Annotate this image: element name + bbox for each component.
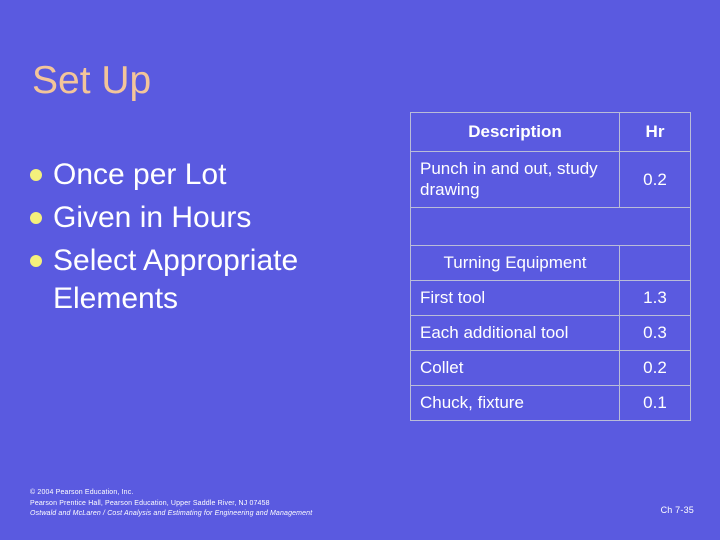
list-item-label: Given in Hours [53,201,252,234]
cell-description: Each additional tool [410,315,620,351]
bullet-dot-icon [30,169,42,181]
column-header-description: Description [410,112,620,152]
cell-hr: 1.3 [619,280,691,316]
page-number: Ch 7-35 [660,505,694,515]
book-title-line: Ostwald and McLaren / Cost Analysis and … [30,510,313,517]
setup-hours-table: Description Hr Punch in and out, study d… [410,112,691,421]
cell-description: Collet [410,350,620,386]
bullet-dot-icon [30,212,42,224]
bullet-list: Once per Lot Given in Hours Select Appro… [30,156,400,323]
cell-hr: 0.2 [619,151,691,208]
slide-canvas: Set Up Once per Lot Given in Hours Selec… [0,0,720,540]
copyright-line: © 2004 Pearson Education, Inc. [30,489,134,496]
cell-hr: 0.2 [619,350,691,386]
footer-credits: © 2004 Pearson Education, Inc. Pearson P… [30,488,312,520]
publisher-line: Pearson Prentice Hall, Pearson Education… [30,499,270,507]
table-section-row: Turning Equipment [410,245,691,281]
table-row: Collet 0.2 [410,350,691,386]
list-item: Once per Lot [30,156,400,194]
table-row: Chuck, fixture 0.1 [410,385,691,421]
list-item: Select Appropriate Elements [30,242,400,318]
bullet-dot-icon [30,255,42,267]
table-row: Punch in and out, study drawing 0.2 [410,151,691,208]
cell-hr: 0.3 [619,315,691,351]
table-header-row: Description Hr [410,112,691,152]
cell-section-heading: Turning Equipment [410,245,620,281]
table-row: Each additional tool 0.3 [410,315,691,351]
list-item-label: Once per Lot [53,158,227,191]
column-header-hr: Hr [619,112,691,152]
list-item-label: Select Appropriate Elements [53,244,299,315]
table-spacer-row [410,207,691,246]
page-title: Set Up [32,59,152,102]
table-row: First tool 1.3 [410,280,691,316]
cell-description: First tool [410,280,620,316]
list-item: Given in Hours [30,199,400,237]
cell-spacer [410,207,691,246]
cell-hr [619,245,691,281]
cell-hr: 0.1 [619,385,691,421]
cell-description: Punch in and out, study drawing [410,151,620,208]
cell-description: Chuck, fixture [410,385,620,421]
